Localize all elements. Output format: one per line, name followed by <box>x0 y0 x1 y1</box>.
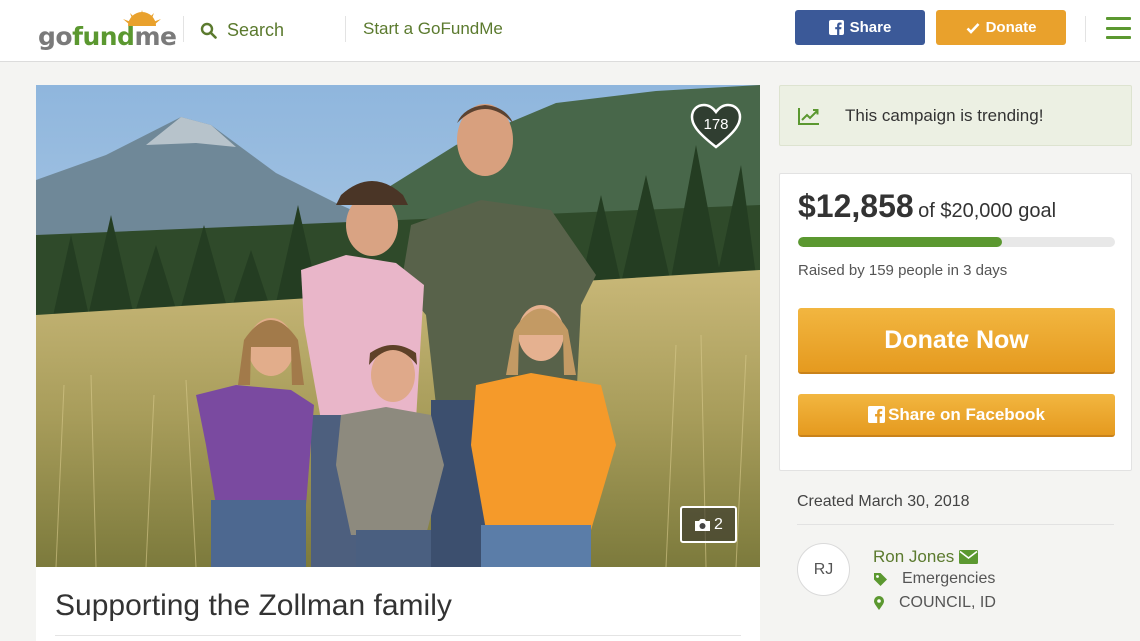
goal-amount: of $20,000 goal <box>918 200 1057 222</box>
share-button[interactable]: Share <box>795 10 925 45</box>
search-label: Search <box>227 19 285 40</box>
progress-bar-fill <box>798 237 1002 247</box>
start-gofundme-link[interactable]: Start a GoFundMe <box>363 19 503 39</box>
gofundme-logo[interactable]: gofundme <box>38 8 177 51</box>
heart-count: 178 <box>703 116 729 133</box>
top-navigation-bar: gofundme Search Start a GoFundMe Share D… <box>0 0 1140 62</box>
envelope-icon[interactable] <box>959 550 979 564</box>
divider <box>797 524 1114 525</box>
heart-button[interactable]: 178 <box>688 102 744 152</box>
photo-gallery-button[interactable]: 2 <box>680 506 737 543</box>
campaign-location: COUNCIL, ID <box>873 594 996 612</box>
camera-icon <box>695 518 711 531</box>
search-button[interactable]: Search <box>200 18 284 42</box>
created-date: Created March 30, 2018 <box>797 493 970 510</box>
logo-part-fund: fund <box>72 22 135 51</box>
trending-text: This campaign is trending! <box>845 106 1044 125</box>
donation-summary-card: $12,858 of $20,000 goal Raised by 159 pe… <box>779 173 1132 471</box>
category-label: Emergencies <box>902 570 996 587</box>
campaign-title: Supporting the Zollman family <box>55 589 452 622</box>
header-divider <box>345 16 346 42</box>
share-on-facebook-button[interactable]: Share on Facebook <box>798 394 1115 437</box>
campaign-category[interactable]: Emergencies <box>873 570 995 588</box>
header-divider <box>183 16 184 42</box>
hamburger-menu-icon[interactable] <box>1106 17 1131 39</box>
donate-button[interactable]: Donate <box>936 10 1066 45</box>
location-label: COUNCIL, ID <box>899 594 996 611</box>
progress-bar <box>798 237 1115 247</box>
share-button-label: Share <box>849 19 892 36</box>
family-photo-illustration <box>36 85 760 567</box>
trending-banner: This campaign is trending! <box>779 85 1132 146</box>
organizer-name-link[interactable]: Ron Jones <box>873 547 979 567</box>
tag-icon <box>874 572 887 586</box>
share-on-facebook-label: Share on Facebook <box>888 404 1045 424</box>
campaign-photo[interactable] <box>36 85 760 567</box>
logo-part-me: me <box>134 22 177 51</box>
raised-amount: $12,858 <box>798 188 914 224</box>
photo-count-label: 2 <box>714 515 723 533</box>
map-pin-icon <box>874 596 884 610</box>
facebook-icon <box>828 20 844 35</box>
facebook-icon <box>868 406 886 423</box>
donate-now-button[interactable]: Donate Now <box>798 308 1115 374</box>
avatar[interactable]: RJ <box>797 543 850 596</box>
raised-by-text: Raised by 159 people in 3 days <box>798 262 1008 279</box>
organizer-name: Ron Jones <box>873 547 955 566</box>
donate-button-label: Donate <box>985 19 1037 36</box>
logo-part-go: go <box>38 22 73 51</box>
trending-chart-icon <box>798 108 819 125</box>
check-icon <box>966 22 980 34</box>
search-icon <box>200 22 217 39</box>
logo-wordmark: gofundme <box>38 22 177 51</box>
divider <box>55 635 741 636</box>
header-divider <box>1085 16 1086 42</box>
raised-summary: $12,858 of $20,000 goal <box>798 188 1056 225</box>
campaign-title-card: Supporting the Zollman family <box>36 567 760 641</box>
